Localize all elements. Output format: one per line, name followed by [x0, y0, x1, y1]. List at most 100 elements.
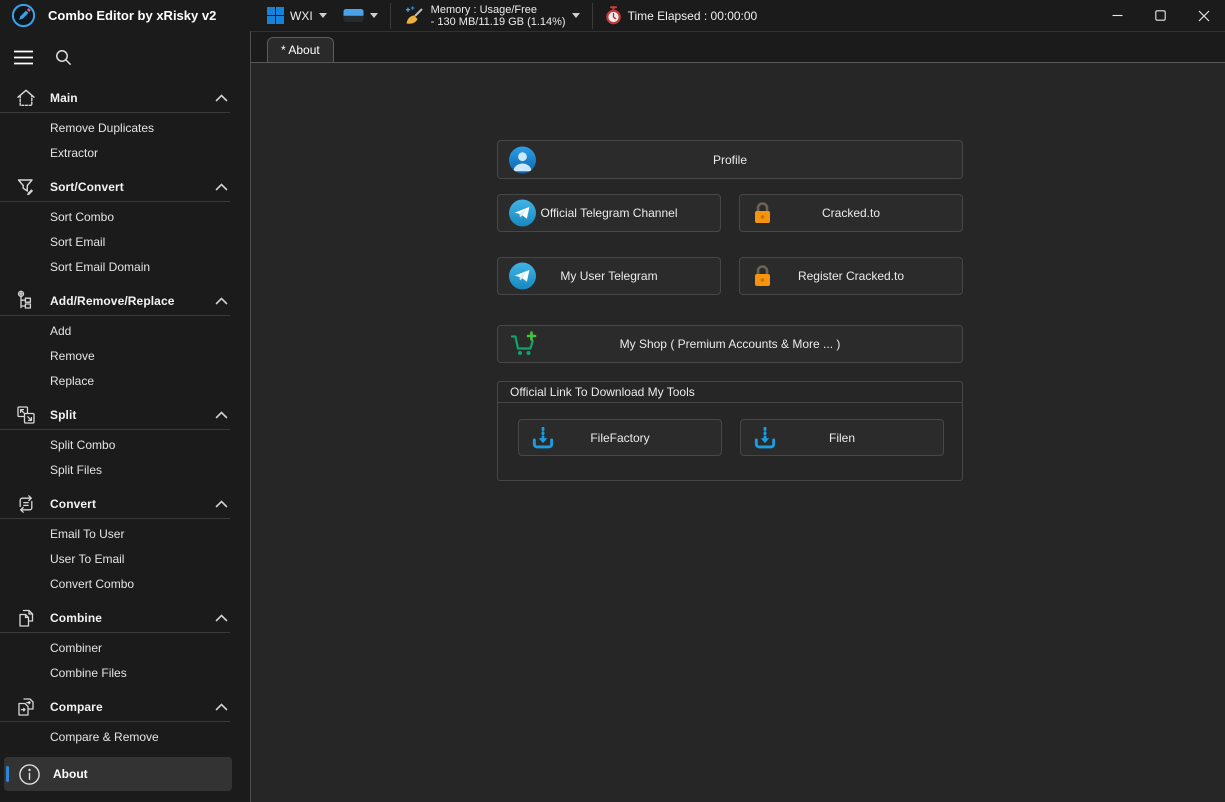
cart-plus-icon [509, 331, 538, 358]
sidebar-item-extractor[interactable]: Extractor [0, 141, 250, 166]
chevron-up-icon [215, 411, 228, 419]
sidebar-section-header-split[interactable]: Split [0, 401, 230, 430]
toolbar-separator [592, 3, 593, 29]
sidebar-section-header-sort-convert[interactable]: Sort/Convert [0, 173, 230, 202]
os-version-label: WXI [290, 9, 313, 23]
caret-down-icon [319, 13, 327, 18]
sidebar: Combo Editor by xRisky v2 Main [0, 0, 250, 802]
sidebar-section-header-main[interactable]: Main [0, 84, 230, 113]
telegram-icon [509, 200, 536, 227]
lock-icon [751, 200, 774, 226]
memory-status-dropdown[interactable]: Memory : Usage/Free - 130 MB/11.19 GB (1… [403, 4, 580, 28]
filter-icon [14, 175, 38, 199]
monitor-icon [343, 8, 364, 23]
info-icon [18, 763, 41, 786]
tab-about[interactable]: * About [267, 37, 334, 62]
sidebar-section-convert: Convert Email To User User To Email Conv… [0, 490, 250, 597]
maximize-button[interactable] [1139, 0, 1182, 31]
about-page: Profile Official Telegram Channel [251, 63, 1225, 802]
section-label: Add/Remove/Replace [50, 294, 215, 308]
lock-icon [751, 263, 774, 289]
download-tools-group-title: Official Link To Download My Tools [498, 382, 962, 403]
sidebar-item-remove-duplicates[interactable]: Remove Duplicates [0, 116, 250, 141]
sidebar-section-header-add-remove-replace[interactable]: Add/Remove/Replace [0, 287, 230, 316]
sidebar-item-combine-files[interactable]: Combine Files [0, 661, 250, 686]
chevron-up-icon [215, 614, 228, 622]
sidebar-item-add[interactable]: Add [0, 319, 250, 344]
window-controls [1096, 0, 1225, 31]
search-icon[interactable] [55, 49, 72, 66]
section-label: Main [50, 91, 215, 105]
toolbar-separator [390, 3, 391, 29]
filen-button[interactable]: Filen [740, 419, 944, 456]
minimize-button[interactable] [1096, 0, 1139, 31]
filefactory-button[interactable]: FileFactory [518, 419, 722, 456]
sidebar-section-header-convert[interactable]: Convert [0, 490, 230, 519]
sidebar-item-sort-email-domain[interactable]: Sort Email Domain [0, 255, 250, 280]
home-icon [14, 86, 38, 110]
sidebar-item-email-to-user[interactable]: Email To User [0, 522, 250, 547]
sidebar-section-combine: Combine Combiner Combine Files [0, 604, 250, 686]
window-title: Combo Editor by xRisky v2 [48, 8, 216, 23]
caret-down-icon [572, 13, 580, 18]
sidebar-section-add-remove-replace: Add/Remove/Replace Add Remove Replace [0, 287, 250, 394]
combine-icon [14, 606, 38, 630]
display-dropdown[interactable] [343, 8, 378, 23]
os-version-dropdown[interactable]: WXI [267, 7, 327, 24]
telegram-channel-button[interactable]: Official Telegram Channel [497, 194, 721, 232]
sidebar-item-convert-combo[interactable]: Convert Combo [0, 572, 250, 597]
section-label: Compare [50, 700, 215, 714]
memory-line2: - 130 MB/11.19 GB (1.14%) [431, 16, 566, 28]
sidebar-section-sort-convert: Sort/Convert Sort Combo Sort Email Sort … [0, 173, 250, 280]
sidebar-item-replace[interactable]: Replace [0, 369, 250, 394]
sidebar-item-compare-remove[interactable]: Compare & Remove [0, 725, 250, 750]
button-label: Filen [829, 431, 855, 445]
cracked-to-button[interactable]: Cracked.to [739, 194, 963, 232]
sidebar-item-user-to-email[interactable]: User To Email [0, 547, 250, 572]
split-icon [14, 403, 38, 427]
register-cracked-to-button[interactable]: Register Cracked.to [739, 257, 963, 295]
button-label: FileFactory [590, 431, 649, 445]
sidebar-item-combiner[interactable]: Combiner [0, 636, 250, 661]
chevron-up-icon [215, 297, 228, 305]
app-logo-icon [11, 3, 36, 28]
titlebar-left: Combo Editor by xRisky v2 [0, 0, 250, 31]
download-tools-group: Official Link To Download My Tools FileF… [497, 381, 963, 481]
tab-strip: * About [251, 32, 1225, 63]
button-label: My Shop ( Premium Accounts & More ... ) [620, 337, 841, 351]
memory-status-text: Memory : Usage/Free - 130 MB/11.19 GB (1… [431, 4, 566, 28]
chevron-up-icon [215, 94, 228, 102]
button-label: Cracked.to [822, 206, 880, 220]
sidebar-item-sort-combo[interactable]: Sort Combo [0, 205, 250, 230]
button-label: Official Telegram Channel [541, 206, 678, 220]
stopwatch-icon [605, 6, 622, 25]
convert-icon [14, 492, 38, 516]
user-avatar-icon [509, 146, 536, 173]
memory-line1: Memory : Usage/Free [431, 4, 566, 16]
sidebar-section-header-compare[interactable]: Compare [0, 693, 230, 722]
sidebar-item-split-combo[interactable]: Split Combo [0, 433, 250, 458]
profile-button[interactable]: Profile [497, 140, 963, 179]
section-label: Combine [50, 611, 215, 625]
windows-logo-icon [267, 7, 284, 24]
sidebar-nav: Main Remove Duplicates Extractor [0, 84, 250, 791]
sidebar-item-remove[interactable]: Remove [0, 344, 250, 369]
sidebar-section-header-combine[interactable]: Combine [0, 604, 230, 633]
sidebar-item-label: About [53, 767, 88, 781]
compare-icon [14, 695, 38, 719]
button-label: My User Telegram [560, 269, 657, 283]
sidebar-item-about[interactable]: About [4, 757, 232, 791]
sidebar-section-split: Split Split Combo Split Files [0, 401, 250, 483]
telegram-icon [509, 263, 536, 290]
download-icon [530, 425, 556, 451]
chevron-up-icon [215, 183, 228, 191]
chevron-up-icon [215, 703, 228, 711]
hamburger-menu-icon[interactable] [14, 50, 33, 65]
button-label: Profile [713, 153, 747, 167]
my-shop-button[interactable]: My Shop ( Premium Accounts & More ... ) [497, 325, 963, 363]
selection-accent-bar [6, 766, 9, 782]
my-user-telegram-button[interactable]: My User Telegram [497, 257, 721, 295]
sidebar-item-sort-email[interactable]: Sort Email [0, 230, 250, 255]
sidebar-item-split-files[interactable]: Split Files [0, 458, 250, 483]
close-button[interactable] [1182, 0, 1225, 31]
